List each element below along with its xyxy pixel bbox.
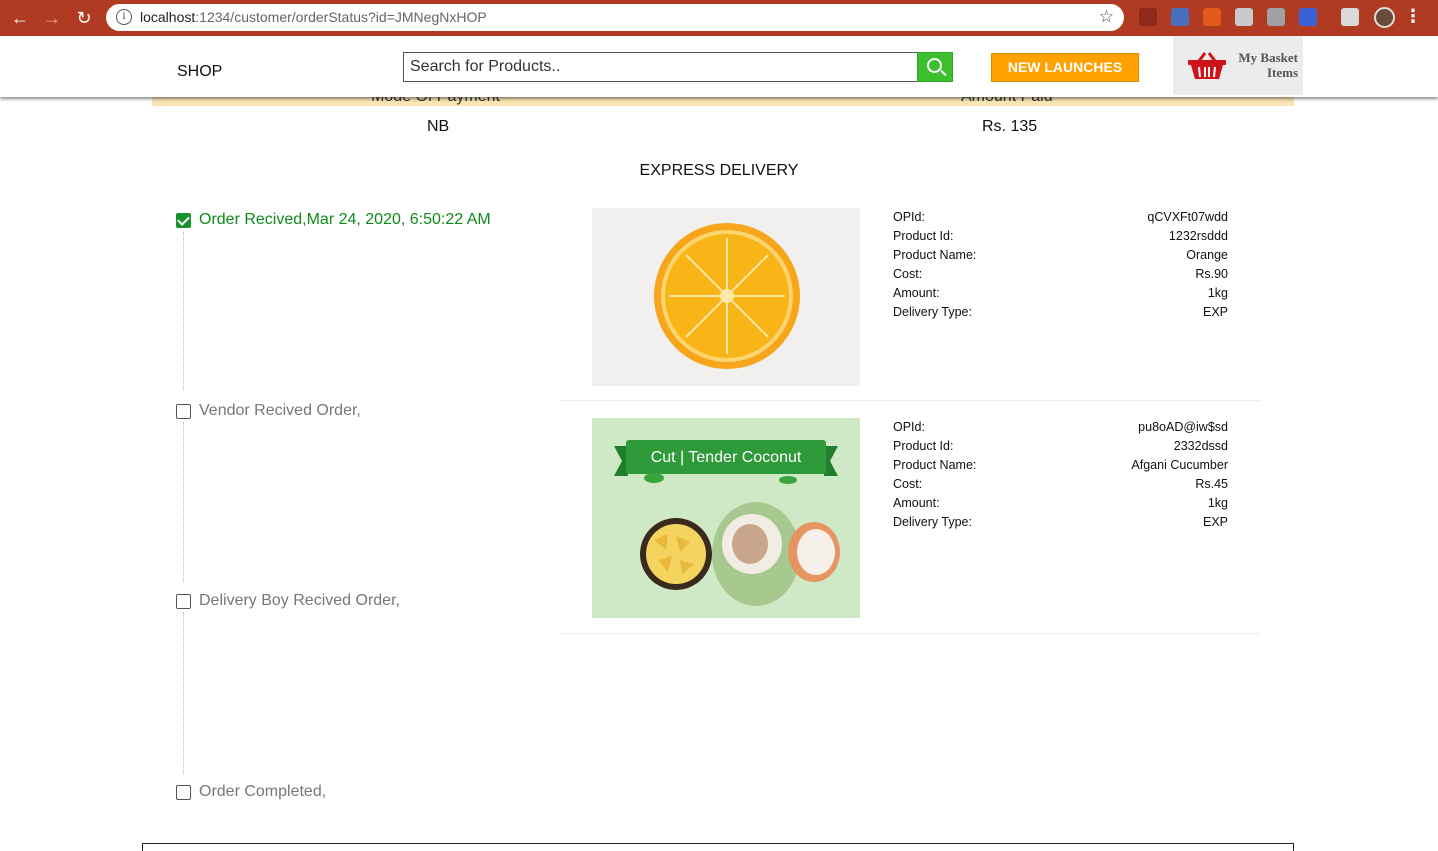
product-details-2: OPId: pu8oAD@iw$sd Product Id: 2332dssd Pr… bbox=[893, 418, 1228, 532]
reload-icon[interactable]: ↻ bbox=[72, 6, 96, 30]
step-checkbox[interactable] bbox=[176, 785, 191, 800]
timeline-connector bbox=[183, 422, 184, 582]
detail-row: Delivery Type: EXP bbox=[893, 515, 1228, 529]
browser-toolbar: ← → ↻ i localhost:1234/customer/orderSta… bbox=[0, 0, 1438, 36]
basket-icon bbox=[1188, 52, 1226, 79]
basket-label: My Basket Items bbox=[1238, 50, 1298, 80]
extension-analytics-icon[interactable] bbox=[1267, 8, 1285, 26]
product-image-orange bbox=[592, 208, 860, 386]
product-image-tender-coconut: Cut | Tender Coconut bbox=[592, 418, 860, 618]
detail-row: Cost: Rs.45 bbox=[893, 477, 1228, 491]
detail-row: Amount: 1kg bbox=[893, 286, 1228, 300]
extension-pen-icon[interactable] bbox=[1171, 8, 1189, 26]
payment-mode-value: NB bbox=[427, 118, 450, 135]
timeline-connector bbox=[183, 612, 184, 774]
extension-eyedropper-icon[interactable] bbox=[1235, 8, 1253, 26]
forward-arrow-icon[interactable]: → bbox=[40, 6, 64, 30]
step-checkbox-checked[interactable] bbox=[176, 213, 191, 228]
basket-button[interactable]: My Basket Items bbox=[1173, 36, 1303, 95]
search-button[interactable] bbox=[917, 52, 953, 82]
url-text: localhost:1234/customer/orderStatus?id=J… bbox=[140, 9, 487, 25]
detail-row: Product Id: 2332dssd bbox=[893, 439, 1228, 453]
site-info-icon[interactable]: i bbox=[116, 9, 132, 25]
amount-paid-value: Rs. 135 bbox=[982, 118, 1038, 135]
shop-brand[interactable]: SHOP bbox=[177, 63, 222, 81]
detail-row: Product Id: 1232rsddd bbox=[893, 229, 1228, 243]
timeline-connector bbox=[183, 232, 184, 390]
extension-link-icon[interactable] bbox=[1139, 8, 1157, 26]
product-card-divider bbox=[560, 400, 1260, 401]
detail-row: Product Name: Orange bbox=[893, 248, 1228, 262]
detail-row: OPId: pu8oAD@iw$sd bbox=[893, 420, 1228, 434]
product-details-1: OPId: qCVXFt07wdd Product Id: 1232rsddd Pr… bbox=[893, 208, 1228, 322]
detail-row: OPId: qCVXFt07wdd bbox=[893, 210, 1228, 224]
step-checkbox[interactable] bbox=[176, 404, 191, 419]
extension-calendar-icon[interactable] bbox=[1299, 8, 1317, 26]
detail-row: Amount: 1kg bbox=[893, 496, 1228, 510]
detail-row: Delivery Type: EXP bbox=[893, 305, 1228, 319]
detail-row: Cost: Rs.90 bbox=[893, 267, 1228, 281]
detail-row: Product Name: Afgani Cucumber bbox=[893, 458, 1228, 472]
step-checkbox[interactable] bbox=[176, 594, 191, 609]
svg-text:Cut | Tender Coconut: Cut | Tender Coconut bbox=[651, 449, 802, 466]
delivery-type-title: EXPRESS DELIVERY bbox=[639, 162, 799, 179]
site-header: SHOP NEW LAUNCHES My Basket Items bbox=[0, 36, 1438, 97]
address-bar[interactable]: i localhost:1234/customer/orderStatus?id… bbox=[106, 4, 1124, 31]
browser-menu-icon[interactable]: ⋮ bbox=[1404, 6, 1422, 27]
new-launches-button[interactable]: NEW LAUNCHES bbox=[991, 53, 1139, 82]
search-input[interactable] bbox=[403, 52, 918, 82]
product-card-divider bbox=[560, 633, 1260, 634]
bookmark-star-icon[interactable]: ☆ bbox=[1099, 7, 1114, 27]
extension-reading-list-icon[interactable] bbox=[1341, 8, 1359, 26]
profile-avatar[interactable] bbox=[1374, 7, 1395, 28]
extension-office-icon[interactable] bbox=[1203, 8, 1221, 26]
back-arrow-icon[interactable]: ← bbox=[8, 6, 32, 30]
